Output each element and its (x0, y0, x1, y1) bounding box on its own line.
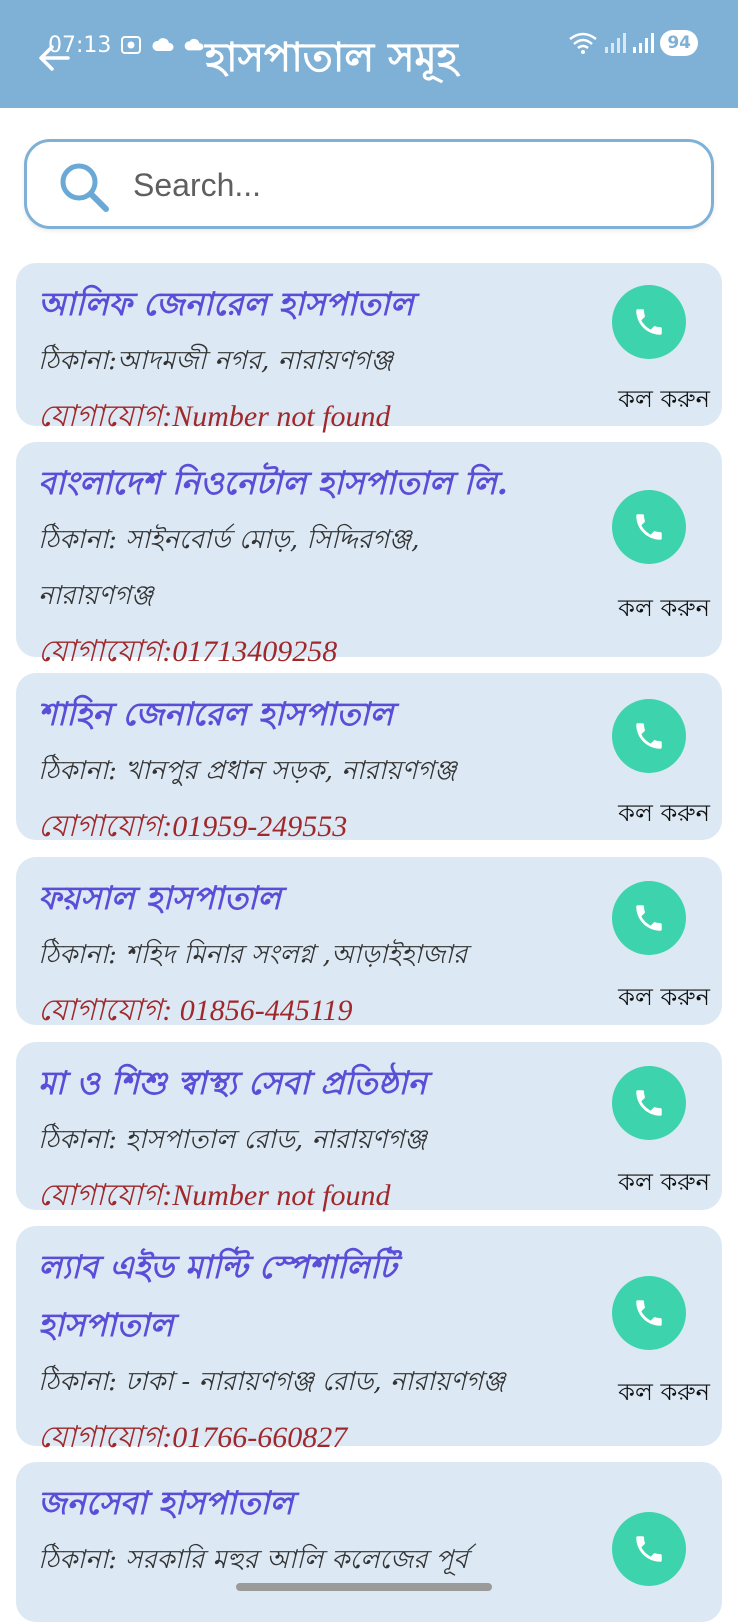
card-text: শাহিন জেনারেল হাসপাতাল ঠিকানা: খানপুর প্… (38, 685, 598, 855)
hospital-name: ফয়সাল হাসপাতাল (38, 879, 282, 917)
call-button[interactable] (612, 285, 686, 359)
phone-icon (636, 1536, 662, 1562)
hospital-contact: যোগাযোগ:01713409258 (38, 635, 338, 668)
phone-icon (636, 1300, 662, 1326)
cloud-icon-2 (185, 38, 204, 51)
hospital-card: ফয়সাল হাসপাতাল ঠিকানা: শহিদ মিনার সংলগ্… (16, 857, 722, 1027)
status-time: 07:13 (48, 32, 112, 58)
call-label[interactable]: কল করুন (618, 1374, 710, 1414)
call-label[interactable]: কল করুন (618, 381, 710, 421)
phone-icon (636, 1090, 662, 1116)
call-label[interactable]: কল করুন (618, 1164, 710, 1204)
hospital-address: ঠিকানা: সাইনবোর্ড মোড়, সিদ্দিরগঞ্জ, নার… (38, 525, 420, 611)
hospital-name: জনসেবা হাসপাতাল (38, 1484, 294, 1522)
hospital-name: বাংলাদেশ নিওনেটাল হাসপাতাল লি. (38, 464, 508, 502)
gesture-navigation-bar[interactable] (236, 1583, 492, 1591)
call-button[interactable] (612, 1066, 686, 1140)
phone-icon (636, 514, 662, 540)
signal-icon-2 (633, 33, 655, 53)
search-box[interactable] (24, 139, 714, 229)
hospital-card: ল্যাব এইড মাল্টি স্পেশালিটি হাসপাতাল ঠিক… (16, 1226, 722, 1454)
card-text: আলিফ জেনারেল হাসপাতাল ঠিকানা:আদমজী নগর, … (38, 275, 598, 445)
call-button[interactable] (612, 1276, 686, 1350)
search-icon (60, 163, 109, 212)
call-label[interactable]: কল করুন (618, 795, 710, 835)
hospital-name: ল্যাব এইড মাল্টি স্পেশালিটি হাসপাতাল (38, 1248, 397, 1344)
wifi-icon (569, 32, 598, 54)
signal-icon-1 (605, 33, 627, 53)
card-text: ল্যাব এইড মাল্টি স্পেশালিটি হাসপাতাল ঠিক… (38, 1238, 598, 1466)
card-text: জনসেবা হাসপাতাল ঠিকানা: সরকারি মহুর আলি … (38, 1474, 598, 1588)
hospital-address: ঠিকানা: শহিদ মিনার সংলগ্ন ,আড়াইহাজার (38, 940, 468, 970)
hospital-contact: যোগাযোগ:Number not found (38, 400, 391, 433)
call-button[interactable] (612, 881, 686, 955)
hospital-contact: যোগাযোগ:01766-660827 (38, 1421, 348, 1454)
screenshot-icon (121, 36, 142, 54)
hospital-contact: যোগাযোগ:Number not found (38, 1179, 391, 1212)
hospital-contact: যোগাযোগ: 01856-445119 (38, 994, 353, 1027)
search-input[interactable] (133, 158, 693, 212)
call-button[interactable] (612, 1512, 686, 1586)
phone-icon (636, 309, 662, 335)
call-label[interactable]: কল করুন (618, 979, 710, 1019)
battery-indicator: 94 (660, 30, 698, 56)
hospital-name: আলিফ জেনারেল হাসপাতাল (38, 285, 414, 323)
hospital-card: আলিফ জেনারেল হাসপাতাল ঠিকানা:আদমজী নগর, … (16, 263, 722, 433)
phone-icon (636, 723, 662, 749)
hospital-name: শাহিন জেনারেল হাসপাতাল (38, 695, 394, 733)
call-button[interactable] (612, 699, 686, 773)
hospital-card: বাংলাদেশ নিওনেটাল হাসপাতাল লি. ঠিকানা: স… (16, 442, 722, 668)
card-text: মা ও শিশু স্বাস্থ্য সেবা প্রতিষ্ঠান ঠিকা… (38, 1054, 598, 1224)
page-title: হাসপাতাল সমূহ (205, 34, 458, 81)
call-button[interactable] (612, 490, 686, 564)
card-text: ফয়সাল হাসপাতাল ঠিকানা: শহিদ মিনার সংলগ্… (38, 869, 598, 1039)
app-bar: 07:13 হাসপাতাল সমূহ 94 (0, 0, 738, 108)
card-text: বাংলাদেশ নিওনেটাল হাসপাতাল লি. ঠিকানা: স… (38, 454, 598, 680)
hospital-name: মা ও শিশু স্বাস্থ্য সেবা প্রতিষ্ঠান (38, 1064, 427, 1102)
hospital-card: শাহিন জেনারেল হাসপাতাল ঠিকানা: খানপুর প্… (16, 673, 722, 843)
hospital-address: ঠিকানা:আদমজী নগর, নারায়ণগঞ্জ (38, 346, 393, 376)
phone-icon (636, 905, 662, 931)
status-bar-right: 94 (568, 28, 698, 58)
hospital-contact: যোগাযোগ:01959-249553 (38, 810, 348, 843)
call-label[interactable]: কল করুন (618, 590, 710, 630)
hospital-address: ঠিকানা: খানপুর প্রধান সড়ক, নারায়ণগঞ্জ (38, 756, 457, 786)
hospital-address: ঠিকানা: ঢাকা - নারায়ণগঞ্জ রোড, নারায়ণগ… (38, 1367, 506, 1397)
status-bar-left: 07:13 (48, 30, 205, 60)
cloud-icon (152, 38, 174, 51)
hospital-address: ঠিকানা: সরকারি মহুর আলি কলেজের পূর্ব (38, 1545, 468, 1575)
hospital-card: জনসেবা হাসপাতাল ঠিকানা: সরকারি মহুর আলি … (16, 1462, 722, 1622)
hospital-address: ঠিকানা: হাসপাতাল রোড, নারায়ণগঞ্জ (38, 1125, 427, 1155)
hospital-card: মা ও শিশু স্বাস্থ্য সেবা প্রতিষ্ঠান ঠিকা… (16, 1042, 722, 1212)
